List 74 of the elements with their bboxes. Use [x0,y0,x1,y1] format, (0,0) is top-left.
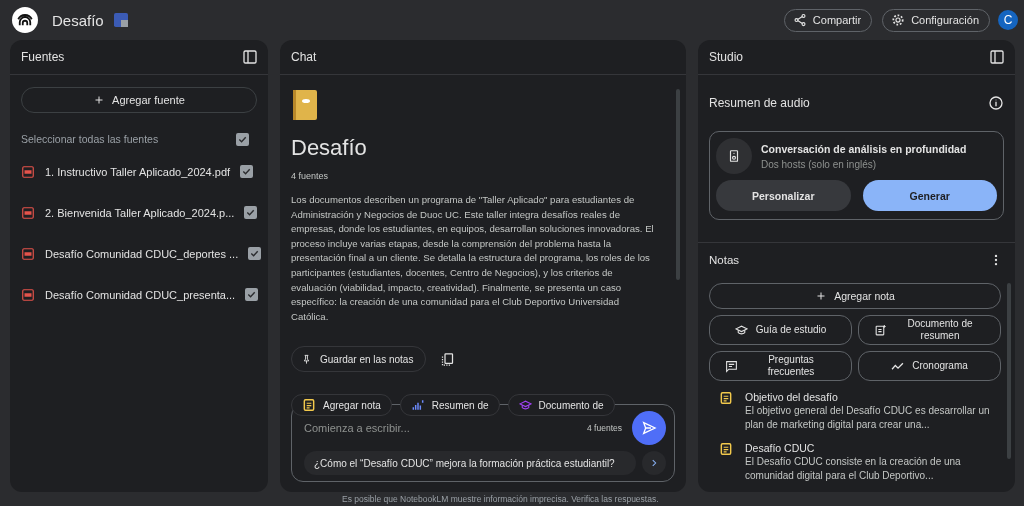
panel-title: Chat [291,50,317,64]
chat-bubble-icon [725,359,738,373]
pdf-icon [21,205,35,220]
pdf-icon [21,164,35,179]
app-logo[interactable] [12,7,38,33]
panel-icon [242,49,258,65]
send-button[interactable] [632,411,666,445]
note-icon [719,391,733,405]
suggestion-chip[interactable]: Resumen de [399,394,500,417]
select-all-label: Seleccionar todas las fuentes [21,133,160,145]
suggested-question[interactable]: ¿Cómo el “Desafío CDUC” mejora la formación práctica estudiantil? [304,451,636,475]
disclaimer-text: Es posible que NotebookLM muestre información imprecisa. Verifica las respuestas. [342,494,659,504]
notebook-heading: Desafío [291,135,368,161]
pin-icon [301,353,312,365]
customize-button[interactable]: Personalizar [716,180,851,211]
pdf-icon [21,287,35,302]
note-preview: El objetivo general del Desafío CDUC es desarrollar un plan de marketing digital para crear una... [745,404,991,432]
share-icon [792,13,807,27]
speaker-drawing [727,149,741,163]
note-preview: El Desafío CDUC consiste en la creación de una comunidad digital para el Club Deportivo... [745,455,962,483]
source-count: 4 fuentes [291,171,330,181]
audio-format-title: Conversación de análisis en profundidad [761,142,967,155]
section-heading: Notas [709,254,740,266]
info-icon [988,95,1004,111]
notebook-summary: Los documentos describen un programa de "Taller Aplicado" para estudiantes de Administración y Negocios de Duoc UC. Este taller integra desafíos reales de empresas, donde los estudiantes, en equipos, desarrollan soluciones innovadoras. El proceso incluye varias etapas, desde la comprensión del problema hasta la presentación final a un cliente. Se detalla la estructura del programa, los roles de los participantes (estudiantes, docentes, Centro de Negocios), y los criterios de evaluación (viabilidad, impacto, creatividad). Finalmente, se presenta un caso específico: la creación de una comunidad para el Club Deportivo Universidad Católica. [291,193,654,324]
briefing-doc-button[interactable]: Documento de resumen [858,315,1001,345]
checkbox[interactable] [244,206,258,219]
checkbox[interactable] [240,165,254,178]
plus-icon [93,94,106,106]
panel-title: Fuentes [21,50,65,64]
check-icon [241,166,253,177]
info-button[interactable] [988,95,1004,111]
document-icon [874,323,887,337]
notebook-icon [291,89,319,121]
copy-button[interactable] [440,351,456,367]
panel-title: Studio [709,50,744,64]
source-name[interactable]: 1. Instructivo Taller Aplicado_2024.pdf [45,165,231,178]
source-name[interactable]: Desafío Comunidad CDUC_presenta... [45,288,236,301]
checkbox[interactable] [245,288,259,301]
study-guide-button[interactable]: Guía de estudio [709,315,852,345]
study-icon [518,398,532,412]
chevron-right-icon [649,458,659,468]
graduation-cap-icon [734,323,748,337]
timeline-button[interactable]: Cronograma [858,351,1001,381]
source-count: 4 fuentes [587,423,622,433]
panel-icon [989,49,1005,65]
faq-button[interactable]: Preguntas frecuentes [709,351,852,381]
section-heading: Resumen de audio [709,96,810,110]
pdf-icon [21,246,35,261]
chat-input[interactable]: Comienza a escribir... [304,418,577,438]
note-icon [302,398,316,413]
suggestion-chip[interactable]: Documento de [507,394,615,417]
checkbox[interactable] [236,132,249,146]
source-name[interactable]: Desafío Comunidad CDUC_deportes ... [45,247,239,260]
note-title[interactable]: Desafío CDUC [745,442,995,454]
suggestion-chip[interactable]: Agregar nota [291,394,392,417]
audio-format-subtitle: Dos hosts (solo en inglés) [761,158,878,170]
audio-icon [410,398,425,413]
notebook-title[interactable]: Desafío [52,11,104,29]
copy-icon [440,351,456,367]
settings-icon [891,13,906,27]
check-icon [249,248,261,259]
collapse-panel-button[interactable] [242,49,258,65]
generate-button[interactable]: Generar [862,180,997,211]
note-title[interactable]: Objetivo del desafío [745,391,995,403]
user-avatar[interactable]: C [998,10,1018,30]
note-icon [719,442,733,456]
plus-icon [815,290,828,302]
checkbox[interactable] [248,247,262,260]
check-icon [245,207,257,218]
send-icon [641,420,657,436]
collapse-panel-button[interactable] [989,49,1005,65]
source-name[interactable]: 2. Bienvenida Taller Aplicado_2024.p... [45,206,235,219]
check-icon [246,289,258,300]
